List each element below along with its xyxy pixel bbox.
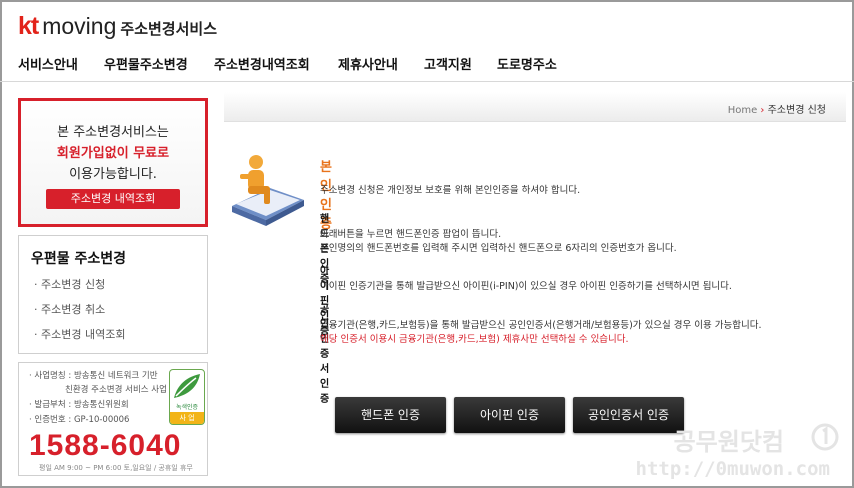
promo-line-2: 회원가입없이 무료로: [56, 146, 170, 161]
content-topbar: Home › 주소변경 신청: [224, 92, 846, 122]
breadcrumb-home[interactable]: Home: [728, 105, 758, 116]
green-leaf-icon: [174, 374, 200, 398]
watermark-name: 공무원닷컴: [673, 428, 784, 456]
breadcrumb: Home › 주소변경 신청: [728, 101, 826, 116]
promo-line-3: 이용가능합니다.: [69, 167, 157, 182]
nav-road-address[interactable]: 도로명주소: [497, 54, 557, 73]
promo-line-1: 본 주소변경서비스는: [57, 125, 169, 140]
section-heading-cert: 공인인증서인증: [320, 304, 330, 405]
logo-kt: kt: [18, 12, 39, 40]
info-cert-number: · 인증번호 : GP-10-00006: [29, 415, 130, 425]
info-issuer: · 발급부처 : 방송통신위원회: [29, 400, 129, 410]
section-text-ipin-1: 아이핀 인증기관을 통해 발급받으신 아이핀(i-PIN)이 있으실 경우 아이…: [320, 281, 732, 292]
logo-moving: moving: [42, 13, 117, 39]
info-business-name-cont: 친환경 주소변경 서비스 사업: [65, 385, 167, 395]
side-menu-item-cancel[interactable]: · 주소변경 취소: [34, 301, 105, 317]
side-menu-item-history[interactable]: · 주소변경 내역조회: [34, 326, 125, 342]
logo[interactable]: kt moving 주소변경서비스: [18, 12, 217, 41]
nav-partners[interactable]: 제휴사안내: [338, 54, 398, 73]
green-cert-badge: 녹색인증 사 업: [169, 369, 205, 425]
info-box: · 사업명칭 : 방송통신 네트워크 기반 친환경 주소변경 서비스 사업 · …: [18, 362, 208, 476]
watermark-logo-icon: [811, 423, 839, 451]
cert-sublabel: 사 업: [170, 412, 204, 424]
section-text-phone-1: 아래버튼을 누르면 핸드폰인증 팝업이 뜹니다.: [320, 229, 502, 240]
info-business-name: · 사업명칭 : 방송통신 네트워크 기반: [29, 371, 158, 381]
cert-warning: 해당 인증서 이용시 금융기관(은행,카드,보험) 제휴사만 선택하실 수 있습…: [320, 334, 629, 345]
change-history-button[interactable]: 주소변경 내역조회: [46, 189, 180, 209]
side-menu-item-apply[interactable]: · 주소변경 신청: [34, 276, 105, 292]
customer-phone: 1588-6040: [29, 429, 182, 462]
cert-label: 녹색인증: [175, 404, 199, 411]
reader-on-book-icon: [232, 155, 304, 226]
side-menu-title: 우편물 주소변경: [31, 251, 127, 267]
section-text-cert-1: 금융기관(은행,카드,보험등)을 통해 발급받으신 공인인증서(은행거래/보험용…: [320, 320, 762, 331]
phone-auth-button[interactable]: 핸드폰 인증: [335, 397, 446, 433]
side-menu: 우편물 주소변경 · 주소변경 신청 · 주소변경 취소 · 주소변경 내역조회: [18, 235, 208, 354]
breadcrumb-current: 주소변경 신청: [767, 105, 826, 116]
cert-auth-button[interactable]: 공인인증서 인증: [573, 397, 684, 433]
nav-service-info[interactable]: 서비스안내: [18, 54, 78, 73]
intro-text: 주소변경 신청은 개인정보 보호를 위해 본인인증을 하셔야 합니다.: [320, 185, 581, 196]
logo-service: 주소변경서비스: [120, 20, 217, 38]
main-nav: 서비스안내 우편물주소변경 주소변경내역조회 제휴사안내 고객지원 도로명주소: [0, 48, 854, 82]
breadcrumb-separator: ›: [760, 105, 765, 116]
service-hours: 평일 AM 9:00 ~ PM 6:00 토,일요일 / 공휴일 휴무: [39, 464, 193, 472]
nav-support[interactable]: 고객지원: [424, 54, 472, 73]
ipin-auth-button[interactable]: 아이핀 인증: [454, 397, 565, 433]
promo-banner: 본 주소변경서비스는 회원가입없이 무료로 이용가능합니다. 주소변경 내역조회: [18, 98, 208, 227]
section-text-phone-2: 본인명의의 핸드폰번호를 입력해 주시면 입력하신 핸드폰으로 6자리의 인증번…: [320, 243, 677, 254]
watermark-url: http://0muwon.com: [635, 458, 830, 480]
nav-change-history[interactable]: 주소변경내역조회: [214, 54, 310, 73]
nav-mail-address-change[interactable]: 우편물주소변경: [104, 54, 188, 73]
